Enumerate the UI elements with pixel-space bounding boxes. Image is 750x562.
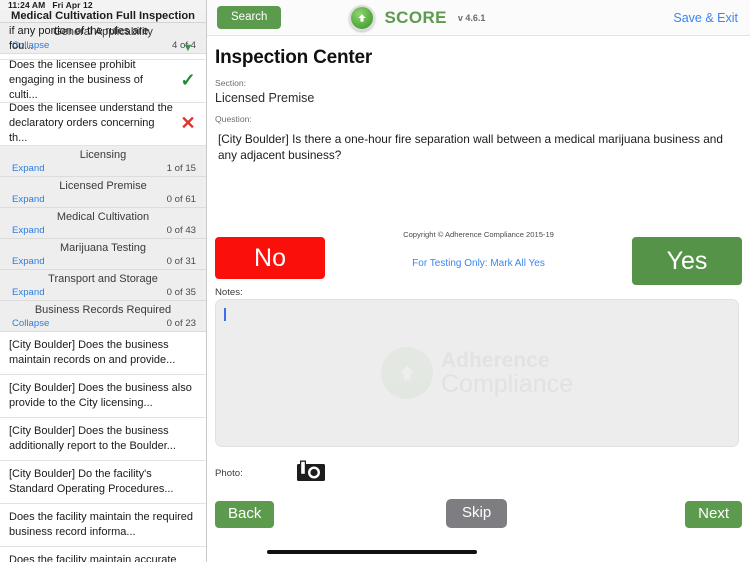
section-name: Marijuana Testing xyxy=(59,242,146,254)
back-button[interactable]: Back xyxy=(215,501,275,528)
section-toggle[interactable]: Expand xyxy=(12,256,45,267)
list-item[interactable]: Does the facility maintain accurate inve… xyxy=(0,547,206,562)
section-count: 0 of 61 xyxy=(166,194,196,205)
list-item[interactable]: Does the licensee prohibit engaging in t… xyxy=(0,59,206,103)
list-item[interactable]: Does the facility maintain the required … xyxy=(0,504,206,547)
section-label: Section: xyxy=(215,78,247,88)
question-text: [City Boulder] Does the business also pr… xyxy=(9,381,192,409)
chevron-down-icon: ▼ xyxy=(182,42,194,54)
app-version: v 4.6.1 xyxy=(457,12,486,23)
list-item[interactable]: [City Boulder] Does the business maintai… xyxy=(0,332,206,375)
section-count: 0 of 31 xyxy=(166,256,196,267)
no-button[interactable]: No xyxy=(215,237,325,279)
question-text: Does the licensee prohibit engaging in t… xyxy=(9,59,143,101)
section-name: Medical Cultivation xyxy=(56,211,150,223)
status-date: Fri Apr 12 xyxy=(52,0,93,10)
main-panel: 78% Search SCORE v 4.6.1 Save & Exit Ins… xyxy=(207,0,750,562)
list-item[interactable]: Does the licensee understand the declara… xyxy=(0,102,206,146)
list-item[interactable]: [City Boulder] Do the facility's Standar… xyxy=(0,461,206,504)
sidebar-section-medical-cultivation[interactable]: Medical Cultivation Expand 0 of 43 xyxy=(0,208,206,239)
section-count: 0 of 23 xyxy=(166,318,196,329)
brand-name: SCORE xyxy=(384,7,447,27)
section-count: 0 of 43 xyxy=(166,225,196,236)
cross-icon: ✕ xyxy=(180,113,196,133)
question-text: Does the licensee understand the declara… xyxy=(9,102,173,144)
section-toggle[interactable]: Expand xyxy=(12,194,45,205)
section-toggle[interactable]: Expand xyxy=(12,225,45,236)
ios-status-bar: 11:24 AM Fri Apr 12 xyxy=(0,0,206,10)
sidebar: 11:24 AM Fri Apr 12 Medical Cultivation … xyxy=(0,0,207,562)
section-name: Licensing xyxy=(79,149,127,161)
search-button[interactable]: Search xyxy=(217,6,282,29)
section-name: Licensed Premise xyxy=(59,180,147,192)
section-name: Business Records Required xyxy=(34,304,172,316)
save-and-exit-button[interactable]: Save & Exit xyxy=(673,11,738,25)
notes-label: Notes: xyxy=(215,287,243,298)
watermark-line-1: Adherence xyxy=(440,348,550,372)
list-item[interactable]: [City Boulder] Does the business additio… xyxy=(0,418,206,461)
page-title: Inspection Center xyxy=(215,47,373,68)
home-indicator xyxy=(267,550,477,554)
answer-controls: Copyright © Adherence Compliance 2015-19… xyxy=(207,212,750,292)
sidebar-section-transport-and-storage[interactable]: Transport and Storage Expand 0 of 35 xyxy=(0,270,206,301)
question-text: [City Boulder] Do the facility's Standar… xyxy=(9,467,174,495)
app-screen: 11:24 AM Fri Apr 12 Medical Cultivation … xyxy=(0,0,750,562)
yes-button[interactable]: Yes xyxy=(632,237,742,285)
sidebar-section-business-records-required[interactable]: Business Records Required Collapse 0 of … xyxy=(0,301,206,332)
photo-label: Photo: xyxy=(215,468,243,479)
question-text: Does the facility maintain accurate inve… xyxy=(9,553,177,562)
text-caret xyxy=(224,308,226,321)
question-text: [City Boulder] Does the business maintai… xyxy=(9,338,176,366)
watermark: Adherence Compliance xyxy=(216,347,738,399)
inspection-title: Medical Cultivation Full Inspection xyxy=(0,10,206,23)
screen-corner xyxy=(734,546,750,562)
check-icon: ✓ xyxy=(180,70,196,90)
sidebar-section-marijuana-testing[interactable]: Marijuana Testing Expand 0 of 31 xyxy=(0,239,206,270)
question-text: [City Boulder] Is there a one-hour fire … xyxy=(218,132,723,162)
watermark-logo-icon xyxy=(380,347,433,399)
question-text: if any portion of the rules are fou... xyxy=(9,25,149,52)
section-toggle[interactable]: Expand xyxy=(12,287,45,298)
camera-icon[interactable] xyxy=(297,460,325,487)
section-toggle-collapse[interactable]: Collapse xyxy=(12,318,49,329)
watermark-line-2: Compliance xyxy=(440,369,573,398)
section-value: Licensed Premise xyxy=(215,91,315,105)
section-count: 0 of 35 xyxy=(166,287,196,298)
section-name: Transport and Storage xyxy=(48,273,158,285)
question-text: Does the facility maintain the required … xyxy=(9,510,194,538)
brand: SCORE v 4.6.1 xyxy=(349,4,486,31)
skip-button[interactable]: Skip xyxy=(446,499,508,528)
top-toolbar: Search SCORE v 4.6.1 Save & Exit xyxy=(207,0,750,36)
status-time: 11:24 AM xyxy=(8,0,46,10)
question-label: Question: xyxy=(215,114,252,124)
score-logo-icon xyxy=(349,4,376,31)
section-count: 1 of 15 xyxy=(166,163,196,174)
sidebar-section-licensed-premise[interactable]: Licensed Premise Expand 0 of 61 xyxy=(0,177,206,208)
sidebar-section-licensing[interactable]: Licensing Expand 1 of 15 xyxy=(0,146,206,177)
next-button[interactable]: Next xyxy=(685,501,742,528)
notes-input[interactable]: Adherence Compliance xyxy=(215,299,739,447)
question-text: [City Boulder] Does the business additio… xyxy=(9,424,176,452)
section-toggle[interactable]: Expand xyxy=(12,163,45,174)
list-item[interactable]: [City Boulder] Does the business also pr… xyxy=(0,375,206,418)
